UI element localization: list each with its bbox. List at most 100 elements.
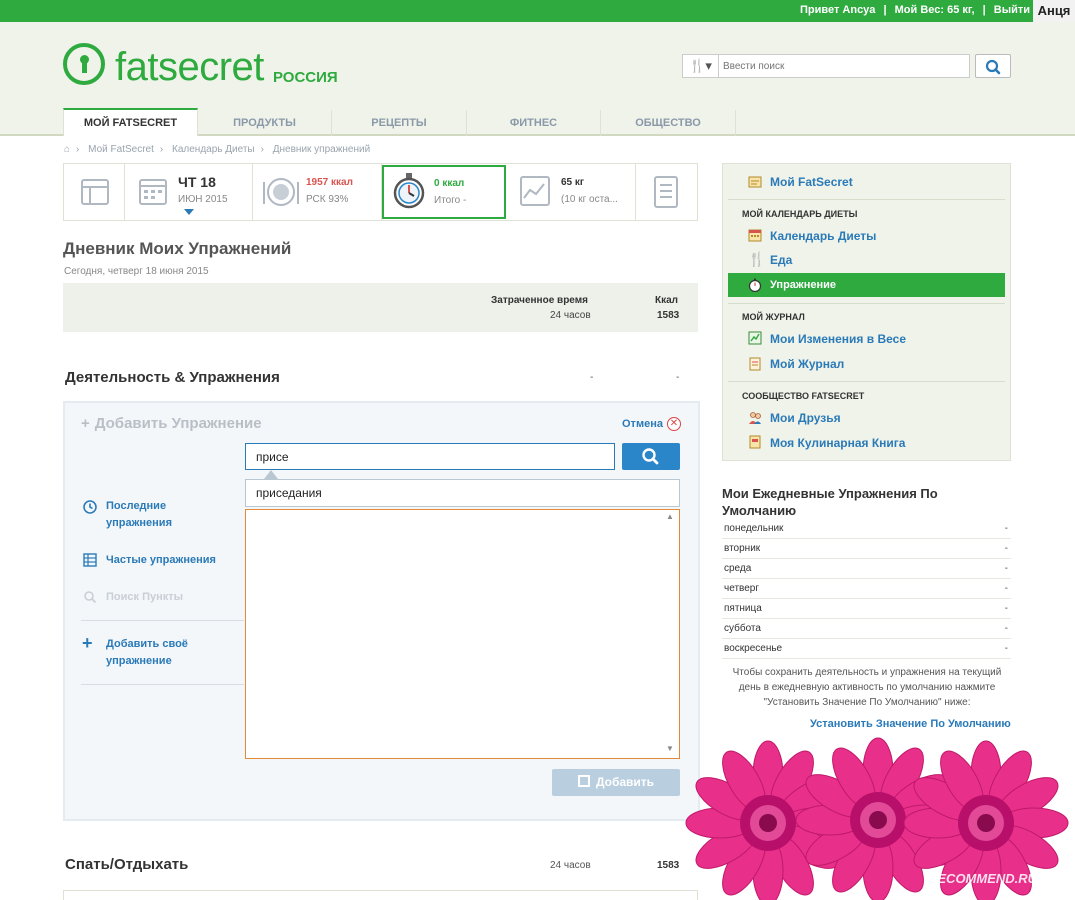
top-links: Привет Ancya | Мой Вес: 65 кг, | Выйти — [800, 4, 1030, 16]
friends-icon — [749, 412, 761, 424]
list-item[interactable]: суббота - — [722, 619, 1011, 639]
home-icon[interactable]: ⌂ — [64, 144, 70, 155]
list-item[interactable]: понедельник - — [722, 519, 1011, 539]
exercise-kcal: 0 ккал — [434, 178, 465, 189]
day-name: пятница — [724, 603, 762, 614]
top-bar: Привет Ancya | Мой Вес: 65 кг, | Выйти А… — [0, 0, 1075, 22]
food-rsk: РСК 93% — [306, 194, 349, 205]
separator: | — [883, 4, 887, 16]
add-own-exercise-link[interactable]: Добавить своё упражнение — [106, 636, 216, 670]
notebook-icon — [654, 176, 678, 208]
tab-community[interactable]: ОБЩЕСТВО — [601, 110, 736, 136]
site-search-input[interactable] — [723, 58, 963, 74]
suggestion-typed: прис — [256, 486, 282, 500]
breadcrumb-calendar[interactable]: Календарь Диеты — [172, 144, 255, 155]
food-cell[interactable]: 1957 ккал РСК 93% — [253, 164, 382, 220]
sidebar-heading-community: СООБЩЕСТВО FATSECRET — [742, 391, 865, 401]
site-search-button[interactable] — [975, 54, 1011, 78]
add-button[interactable]: Добавить — [552, 769, 680, 796]
frequent-exercises-link[interactable]: Частые упражнения — [106, 552, 216, 569]
food-kcal: 1957 ккал — [306, 177, 353, 188]
exercise-search-button[interactable] — [622, 443, 680, 470]
site-search: 🍴▾ — [682, 54, 970, 78]
sidebar-item-weight-changes[interactable]: Мои Изменения в Весе — [770, 332, 906, 346]
sidebar-item-my-fatsecret[interactable]: Мой FatSecret — [770, 175, 853, 189]
list-grid-icon — [83, 553, 97, 567]
sidebar-item-exercise[interactable]: Упражнение — [770, 279, 836, 291]
chevron-down-icon[interactable] — [184, 209, 194, 215]
time-value: 24 часов — [550, 310, 591, 321]
search-icon — [985, 59, 1001, 75]
day-value: - — [1004, 603, 1008, 614]
day-value: - — [1004, 543, 1008, 554]
day-name: четверг — [724, 583, 759, 594]
day-value: - — [1004, 523, 1008, 534]
day-name: вторник — [724, 543, 761, 554]
cookbook-icon — [749, 435, 761, 449]
list-item[interactable]: воскресенье - — [722, 639, 1011, 659]
list-item[interactable]: четверг - — [722, 579, 1011, 599]
sidebar-item-journal[interactable]: Мой Журнал — [770, 357, 844, 371]
defaults-title: Мои Ежедневные Упражнения По Умолчанию — [722, 486, 938, 518]
activity-section-title: Деятельность & Упражнения — [65, 369, 280, 386]
fork-knife-dropdown-icon[interactable]: 🍴▾ — [683, 55, 719, 77]
day-value: - — [1004, 583, 1008, 594]
sidebar-heading-journal: МОЙ ЖУРНАЛ — [742, 312, 805, 322]
weight-note: (10 кг оста... — [561, 194, 618, 205]
recent-exercises-link[interactable]: Последние упражнения — [106, 498, 216, 532]
weight-cell[interactable]: 65 кг (10 кг оста... — [506, 164, 636, 220]
page-subtitle: Сегодня, четверг 18 июня 2015 — [64, 266, 209, 277]
logout-link[interactable]: Выйти — [994, 4, 1030, 16]
exercise-results-list[interactable] — [245, 509, 680, 759]
weight-link[interactable]: Мой Вес: 65 кг, — [895, 4, 975, 16]
sidebar-item-food[interactable]: Еда — [770, 253, 792, 267]
sleep-section-title: Спать/Отдыхать — [65, 856, 189, 873]
sidebar-item-friends[interactable]: Мои Друзья — [770, 411, 841, 425]
divider — [81, 684, 244, 685]
close-icon[interactable]: ✕ — [667, 417, 681, 431]
list-item[interactable]: пятница - — [722, 599, 1011, 619]
day-value: - — [1004, 563, 1008, 574]
notebook-icon — [749, 357, 761, 371]
plus-icon: + — [81, 415, 90, 432]
scroll-up-arrow[interactable]: ▲ — [666, 512, 674, 521]
day-value: - — [1004, 623, 1008, 634]
tab-fitness[interactable]: ФИТНЕС — [467, 110, 601, 136]
activity-kcal-dash: - — [676, 372, 680, 383]
search-items-link: Поиск Пункты — [106, 591, 184, 603]
sidebar-item-cookbook[interactable]: Моя Кулинарная Книга — [770, 436, 905, 450]
add-exercise-title: + Добавить Упражнение — [81, 415, 262, 432]
main-nav: МОЙ FATSECRET ПРОДУКТЫ РЕЦЕПТЫ ФИТНЕС ОБ… — [0, 108, 1075, 136]
plus-icon: + — [82, 633, 93, 653]
table-icon — [81, 179, 109, 205]
date-day: ЧТ 18 — [178, 174, 216, 190]
breadcrumb-my-fatsecret[interactable]: Мой FatSecret — [88, 144, 154, 155]
kcal-label: Ккал — [655, 295, 679, 306]
exercise-total: Итого - — [434, 195, 467, 206]
breadcrumb-exercise-diary: Дневник упражнений — [272, 144, 371, 155]
autocomplete-suggestion[interactable]: приседания — [245, 479, 680, 507]
summary-box: Затраченное время 24 часов Ккал 1583 — [63, 283, 698, 332]
plate-icon — [263, 178, 299, 206]
overview-cell[interactable] — [64, 164, 125, 220]
weight-value: 65 кг — [561, 177, 585, 188]
add-exercise-label: Добавить Упражнение — [94, 415, 262, 432]
exercise-cell[interactable]: 0 ккал Итого - — [382, 165, 506, 219]
list-item[interactable]: среда - — [722, 559, 1011, 579]
weight-chart-icon — [748, 331, 762, 345]
date-cell[interactable]: ЧТ 18 ИЮН 2015 — [125, 164, 253, 220]
tab-products[interactable]: ПРОДУКТЫ — [198, 110, 332, 136]
clock-icon — [83, 500, 97, 514]
search-icon — [642, 448, 659, 465]
username-tag[interactable]: Анця — [1033, 0, 1075, 22]
tab-my-fatsecret[interactable]: МОЙ FATSECRET — [63, 108, 198, 136]
add-button-label: Добавить — [595, 775, 655, 789]
greeting-link[interactable]: Привет Ancya — [800, 4, 875, 16]
tab-recipes[interactable]: РЕЦЕПТЫ — [332, 110, 467, 136]
exercise-search-input[interactable] — [245, 443, 615, 470]
sidebar-item-calendar[interactable]: Календарь Диеты — [770, 229, 876, 243]
journal-cell[interactable] — [636, 164, 698, 220]
list-item[interactable]: вторник - — [722, 539, 1011, 559]
cancel-link[interactable]: Отмена — [622, 418, 663, 430]
divider — [728, 303, 1005, 304]
